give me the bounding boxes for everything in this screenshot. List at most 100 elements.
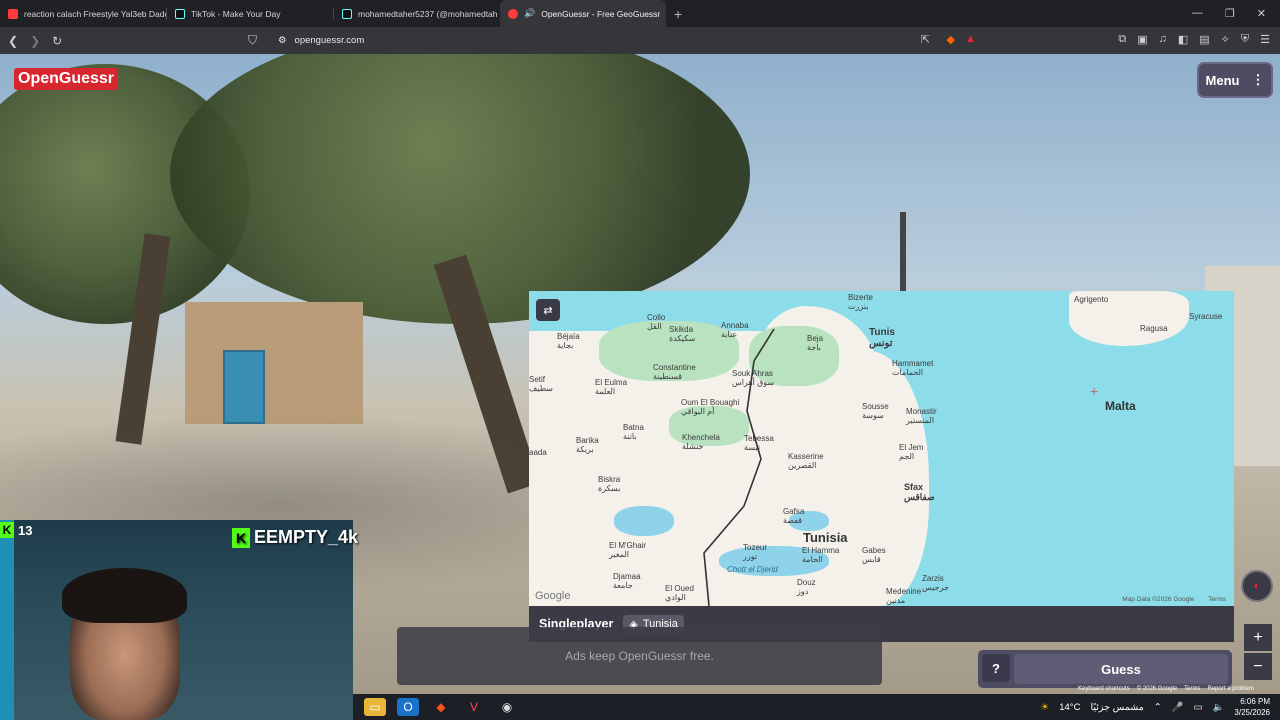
map-label: El Jem الجم <box>899 443 924 461</box>
share-icon[interactable]: ⇱ <box>921 33 930 46</box>
map-label: Chott el Djerid <box>727 565 778 574</box>
stone-house <box>185 302 363 424</box>
map-label: aada <box>529 448 547 457</box>
menu-button[interactable]: Menu ⋮ <box>1197 62 1273 98</box>
weather-description: مشمس جزئيًا <box>1090 701 1144 713</box>
map-label: Douz دوز <box>797 578 816 596</box>
kick-icon: K <box>0 522 14 538</box>
streamer-handle: K EEMPTY_4k <box>232 527 358 548</box>
browser-tab[interactable]: TikTok - Make Your Day <box>167 0 333 27</box>
viewer-count-value: 13 <box>18 522 33 538</box>
map-label: Collo القل <box>647 313 666 331</box>
browser-tab[interactable]: mohamedtaher5237 (@mohamedtah <box>334 0 500 27</box>
tray-overflow-icon[interactable]: ⌃ <box>1154 702 1162 713</box>
zoom-in-button[interactable]: + <box>1244 624 1272 651</box>
browser-tab[interactable]: reaction calach Freestyle Yal3eb Dado <box>0 0 166 27</box>
media-icon[interactable]: ♫ <box>1159 33 1167 46</box>
map-label: El M'Ghair المغير <box>609 541 647 559</box>
file-explorer-icon[interactable]: ▭ <box>364 698 386 716</box>
minimize-icon[interactable]: — <box>1192 7 1203 20</box>
handle-text: EEMPTY_4k <box>254 527 359 547</box>
forward-icon[interactable]: ❯ <box>30 34 40 48</box>
map-label: Zarzis جرجيس <box>922 574 949 592</box>
back-icon[interactable]: ❮ <box>8 34 18 48</box>
brave-shield-icon[interactable]: ◆ <box>947 33 955 46</box>
compass-icon[interactable]: ◐ <box>1241 570 1273 602</box>
wallet-icon[interactable]: ▤ <box>1199 33 1209 46</box>
map-label: Skikda سكيكدة <box>669 325 696 343</box>
network-icon[interactable]: ▭ <box>1194 702 1203 713</box>
vpn-icon[interactable]: ⛨ <box>1241 33 1249 46</box>
browser-tab-strip: reaction calach Freestyle Yal3eb Dado Ti… <box>0 0 1280 27</box>
bookmark-icon[interactable]: ⛉ <box>248 33 257 48</box>
report-problem-link[interactable]: Report a problem <box>1208 686 1254 692</box>
outlook-icon[interactable]: O <box>397 698 419 716</box>
map-label: Bizerte بنزرت <box>848 293 873 311</box>
map-label: Syracuse <box>1189 312 1223 321</box>
help-button[interactable]: ? <box>982 654 1010 682</box>
address-bar[interactable]: ⚙ openguessr.com <box>270 31 1022 50</box>
streamer-hair <box>62 568 187 623</box>
site-info-icon[interactable]: ⚙ <box>278 35 287 46</box>
map-label: Barika بريكة <box>576 436 599 454</box>
map-country-label: Tunisia <box>803 530 848 545</box>
guess-button[interactable]: Guess <box>1014 654 1228 684</box>
tab-title: reaction calach Freestyle Yal3eb Dado <box>24 8 166 19</box>
weather-icon[interactable]: ☀ <box>1041 702 1050 713</box>
tiktok-icon <box>175 8 185 19</box>
kick-icon: K <box>232 527 250 548</box>
close-window-icon[interactable]: ✕ <box>1257 7 1266 20</box>
map-label: Kasserine القصرين <box>788 452 824 470</box>
map-label: Khenchela خنشلة <box>682 433 720 451</box>
terms-link[interactable]: Terms <box>1184 686 1200 692</box>
restore-icon[interactable]: ❐ <box>1225 7 1235 20</box>
clock[interactable]: 6:06 PM 3/25/2026 <box>1234 696 1270 718</box>
copyright-text: © 2026 Google <box>1136 686 1178 692</box>
brave-rewards-icon[interactable]: ▲ <box>965 33 976 45</box>
clock-date: 3/25/2026 <box>1234 708 1270 717</box>
tab-title: OpenGuessr - Free GeoGuessr <box>541 8 661 19</box>
browser-tab-active[interactable]: 🔊 OpenGuessr - Free GeoGuessr ✕ <box>500 0 666 27</box>
brave-icon[interactable]: ◆ <box>430 698 452 716</box>
openguessr-logo[interactable]: OpenGuessr <box>14 68 119 90</box>
map-label: Monastir المنستير <box>906 407 937 425</box>
sidebar-icon[interactable]: ◧ <box>1178 33 1188 46</box>
map-terms-link[interactable]: Terms <box>1208 596 1226 603</box>
zoom-out-button[interactable]: − <box>1244 653 1272 680</box>
weather-temp: 14°C <box>1059 701 1081 713</box>
map-label: Constantine قسنطينة <box>653 363 696 381</box>
blue-door <box>223 350 265 424</box>
map-label: Gabes قابس <box>862 546 886 564</box>
valorant-icon[interactable]: V <box>463 698 485 716</box>
speaker-icon[interactable]: 🔊 <box>524 8 535 19</box>
screenshot-icon[interactable]: ▣ <box>1137 33 1147 46</box>
extensions-icon[interactable]: ⧉ <box>1118 33 1126 46</box>
guess-map[interactable]: ⇄ Bizerte بنزرت Tunis تونس Annaba عنابة Ski… <box>529 291 1234 606</box>
toolbar-actions: ⇱ ◆ ▲ ⧉ ▣ ♫ ◧ ▤ ✧ ⛨ ☰ <box>921 33 1270 46</box>
map-label: Béjaïa بجاية <box>557 332 580 350</box>
map-settings-button[interactable]: ⇄ <box>536 299 560 321</box>
browser-menu-icon[interactable]: ☰ <box>1260 33 1270 46</box>
ad-banner: Ads keep OpenGuessr free. <box>397 627 882 685</box>
reload-icon[interactable]: ↻ <box>52 34 62 48</box>
map-label: Batna باتنة <box>623 423 644 441</box>
map-label: Ragusa <box>1140 324 1168 333</box>
volume-icon[interactable]: 🔈 <box>1213 702 1225 713</box>
zoom-controls: + − <box>1244 624 1272 680</box>
leo-icon[interactable]: ✧ <box>1221 33 1230 46</box>
tiktok-icon <box>342 8 352 19</box>
map-label: Medenine مدنين <box>886 587 922 605</box>
obs-icon[interactable]: ◉ <box>496 698 518 716</box>
menu-label: Menu <box>1205 72 1240 88</box>
new-tab-button[interactable]: + <box>666 6 690 22</box>
webcam-overlay <box>0 520 353 720</box>
map-label: Tunis تونس <box>869 327 895 349</box>
clock-time: 6:06 PM <box>1240 697 1270 706</box>
map-label: Tebessa تبسة <box>744 434 774 452</box>
keyboard-shortcuts-link[interactable]: Keyboard shortcuts <box>1078 686 1130 692</box>
microphone-icon[interactable]: 🎤 <box>1172 702 1184 713</box>
map-label: Setif سطيف <box>529 375 553 393</box>
map-label: Oum El Bouaghi أم البواقي <box>681 398 740 416</box>
map-label: Beja باجة <box>807 334 824 352</box>
map-label: El Hamma الحامة <box>802 546 840 564</box>
